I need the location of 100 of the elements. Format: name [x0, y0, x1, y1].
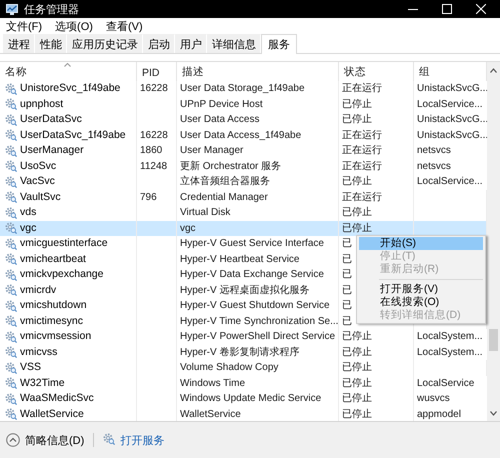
- table-row[interactable]: UserDataSvc User Data Access 已停止 UnistackSvcG...: [0, 112, 487, 128]
- table-row[interactable]: vmicvmsession Hyper-V PowerShell Direct Service 已停止 LocalSystem...: [0, 329, 487, 344]
- table-cell: Hyper-V 远程桌面虚拟化服务: [177, 282, 339, 298]
- table-cell-text: UserDataSvc: [20, 112, 82, 127]
- gear-icon: [5, 176, 17, 188]
- table-cell-text: netsvcs: [416, 160, 452, 174]
- gear-icon: [5, 222, 17, 234]
- table-cell-text: vmickvpexchange: [20, 267, 104, 282]
- table-cell: 立体音频组合器服务: [177, 174, 339, 190]
- column-header[interactable]: PID: [142, 67, 160, 79]
- table-cell-text: WaaSMedicSvc: [20, 391, 94, 406]
- table-row[interactable]: UsoSvc 11248 更新 Orchestrator 服务 正在运行 netsvcs: [0, 158, 487, 174]
- table-row[interactable]: UnistoreSvc_1f49abe 16228 User Data Storage_1f49abe 正在运行 UnistackSvcG...: [0, 81, 487, 96]
- table-cell: 796: [137, 190, 177, 205]
- app-icon: [6, 4, 18, 14]
- table-cell-text: UserManager: [20, 143, 84, 158]
- table-cell: Credential Manager: [177, 190, 339, 205]
- table-cell-text: vmicvmsession: [20, 329, 92, 344]
- table-cell: UPnP Device Host: [177, 96, 339, 112]
- table-cell: Windows Update Medic Service: [177, 391, 339, 406]
- close-icon: [476, 4, 486, 14]
- scroll-thumb[interactable]: [489, 329, 498, 351]
- table-cell: 已停止: [339, 112, 414, 128]
- gear-icon: [5, 144, 17, 157]
- table-cell: Hyper-V Guest Shutdown Service: [177, 298, 339, 314]
- table-cell-text: LocalSystem...: [416, 346, 484, 360]
- gear-icon: [5, 129, 17, 142]
- table-row[interactable]: vmicvss Hyper-V 卷影复制请求程序 已停止 LocalSystem...: [0, 344, 487, 360]
- tab[interactable]: 启动: [143, 34, 175, 53]
- table-cell: 已停止: [339, 329, 414, 344]
- table-cell: 已停止: [339, 96, 414, 112]
- table-row[interactable]: UserManager 1860 User Manager 正在运行 netsvcs: [0, 143, 487, 158]
- column-header[interactable]: 名称: [5, 65, 27, 79]
- table-cell-text: vds: [20, 205, 36, 220]
- scrollbar[interactable]: [487, 62, 500, 422]
- table-row[interactable]: upnphost UPnP Device Host 已停止 LocalService...: [0, 96, 487, 112]
- table-cell: Hyper-V Time Synchronization Se...: [177, 314, 339, 329]
- summary-toggle[interactable]: 简略信息(D): [25, 432, 84, 448]
- gear-icon: [5, 114, 17, 126]
- table-row[interactable]: vgc vgc 已停止: [0, 220, 487, 236]
- table-cell: User Manager: [177, 143, 339, 158]
- column-header[interactable]: 状态: [344, 65, 366, 79]
- table-cell: 16228: [137, 128, 177, 143]
- table-cell-text: LocalSystem...: [416, 330, 484, 344]
- table-cell: 更新 Orchestrator 服务: [177, 158, 339, 174]
- column-header[interactable]: 组: [419, 65, 430, 79]
- scroll-up-icon[interactable]: [490, 68, 497, 73]
- table-cell: 已停止: [339, 391, 414, 406]
- gear-icon: [5, 191, 17, 204]
- table-cell-text: vmicvss: [20, 344, 58, 360]
- table-row[interactable]: VacSvc 立体音频组合器服务 已停止 LocalService...: [0, 174, 487, 190]
- tab[interactable]: 用户: [175, 34, 207, 53]
- window-title: 任务管理器: [24, 2, 79, 16]
- table-cell-text: UnistackSvcG...: [416, 113, 487, 127]
- table-cell: User Data Access: [177, 112, 339, 128]
- table-cell-text: vmictimesync: [20, 314, 84, 328]
- tab[interactable]: 服务: [261, 34, 297, 54]
- table-cell: Windows Time: [177, 376, 339, 391]
- tab[interactable]: 性能: [35, 34, 67, 53]
- maximize-icon: [442, 4, 452, 14]
- table-cell-text: WalletService: [20, 406, 84, 422]
- tab[interactable]: 详细信息: [207, 34, 261, 53]
- column-header[interactable]: 描述: [182, 65, 204, 79]
- menu-item[interactable]: 选项(O): [55, 18, 93, 34]
- table-cell-text: UsoSvc: [20, 158, 56, 174]
- table-cell-text: vmicrdv: [20, 282, 56, 298]
- table-cell-text: LocalService: [416, 376, 476, 390]
- table-cell-text: vmicheartbeat: [20, 252, 86, 266]
- tab[interactable]: 进程: [3, 34, 35, 53]
- tab[interactable]: 应用历史记录: [67, 34, 143, 53]
- table-cell: 已停止: [339, 376, 414, 391]
- scroll-down-icon[interactable]: [490, 411, 497, 416]
- table-row[interactable]: W32Time Windows Time 已停止 LocalService: [0, 376, 487, 391]
- gear-icon: [5, 238, 17, 250]
- gear-icon: [5, 206, 17, 219]
- collapse-icon[interactable]: [6, 433, 20, 447]
- table-row[interactable]: WaaSMedicSvc Windows Update Medic Service 已停止 wusvcs: [0, 391, 487, 406]
- gear-icon: [5, 300, 17, 312]
- gear-icon: [5, 330, 17, 343]
- table-cell: 1860: [137, 143, 177, 158]
- table-cell-text: LocalService...: [416, 175, 484, 189]
- table-cell-text: W32Time: [20, 376, 65, 390]
- table-cell-text: VacSvc: [20, 174, 55, 189]
- table-cell: 正在运行: [339, 190, 414, 205]
- open-services-link[interactable]: 打开服务: [120, 432, 164, 448]
- table-cell-text: vmicguestinterface: [20, 236, 108, 251]
- gear-icon: [5, 362, 17, 374]
- gear-icon: [5, 82, 17, 95]
- menu-item[interactable]: 开始(S): [359, 237, 483, 250]
- table-cell: Hyper-V Heartbeat Service: [177, 252, 339, 267]
- minimize-icon: [408, 8, 418, 10]
- table-cell: Hyper-V 卷影复制请求程序: [177, 344, 339, 360]
- gear-icon: [5, 98, 17, 110]
- table-cell: 正在运行: [339, 81, 414, 96]
- menu-item[interactable]: 文件(F): [6, 18, 42, 34]
- table-cell-text: appmodel: [416, 408, 462, 422]
- menu-item[interactable]: 查看(V): [106, 18, 143, 34]
- table-cell: 16228: [137, 81, 177, 96]
- table-cell-text: UnistackSvcG...: [416, 128, 487, 142]
- table-row[interactable]: UserDataSvc_1f49abe 16228 User Data Access_1f49abe 正在运行 UnistackSvcG...: [0, 128, 487, 143]
